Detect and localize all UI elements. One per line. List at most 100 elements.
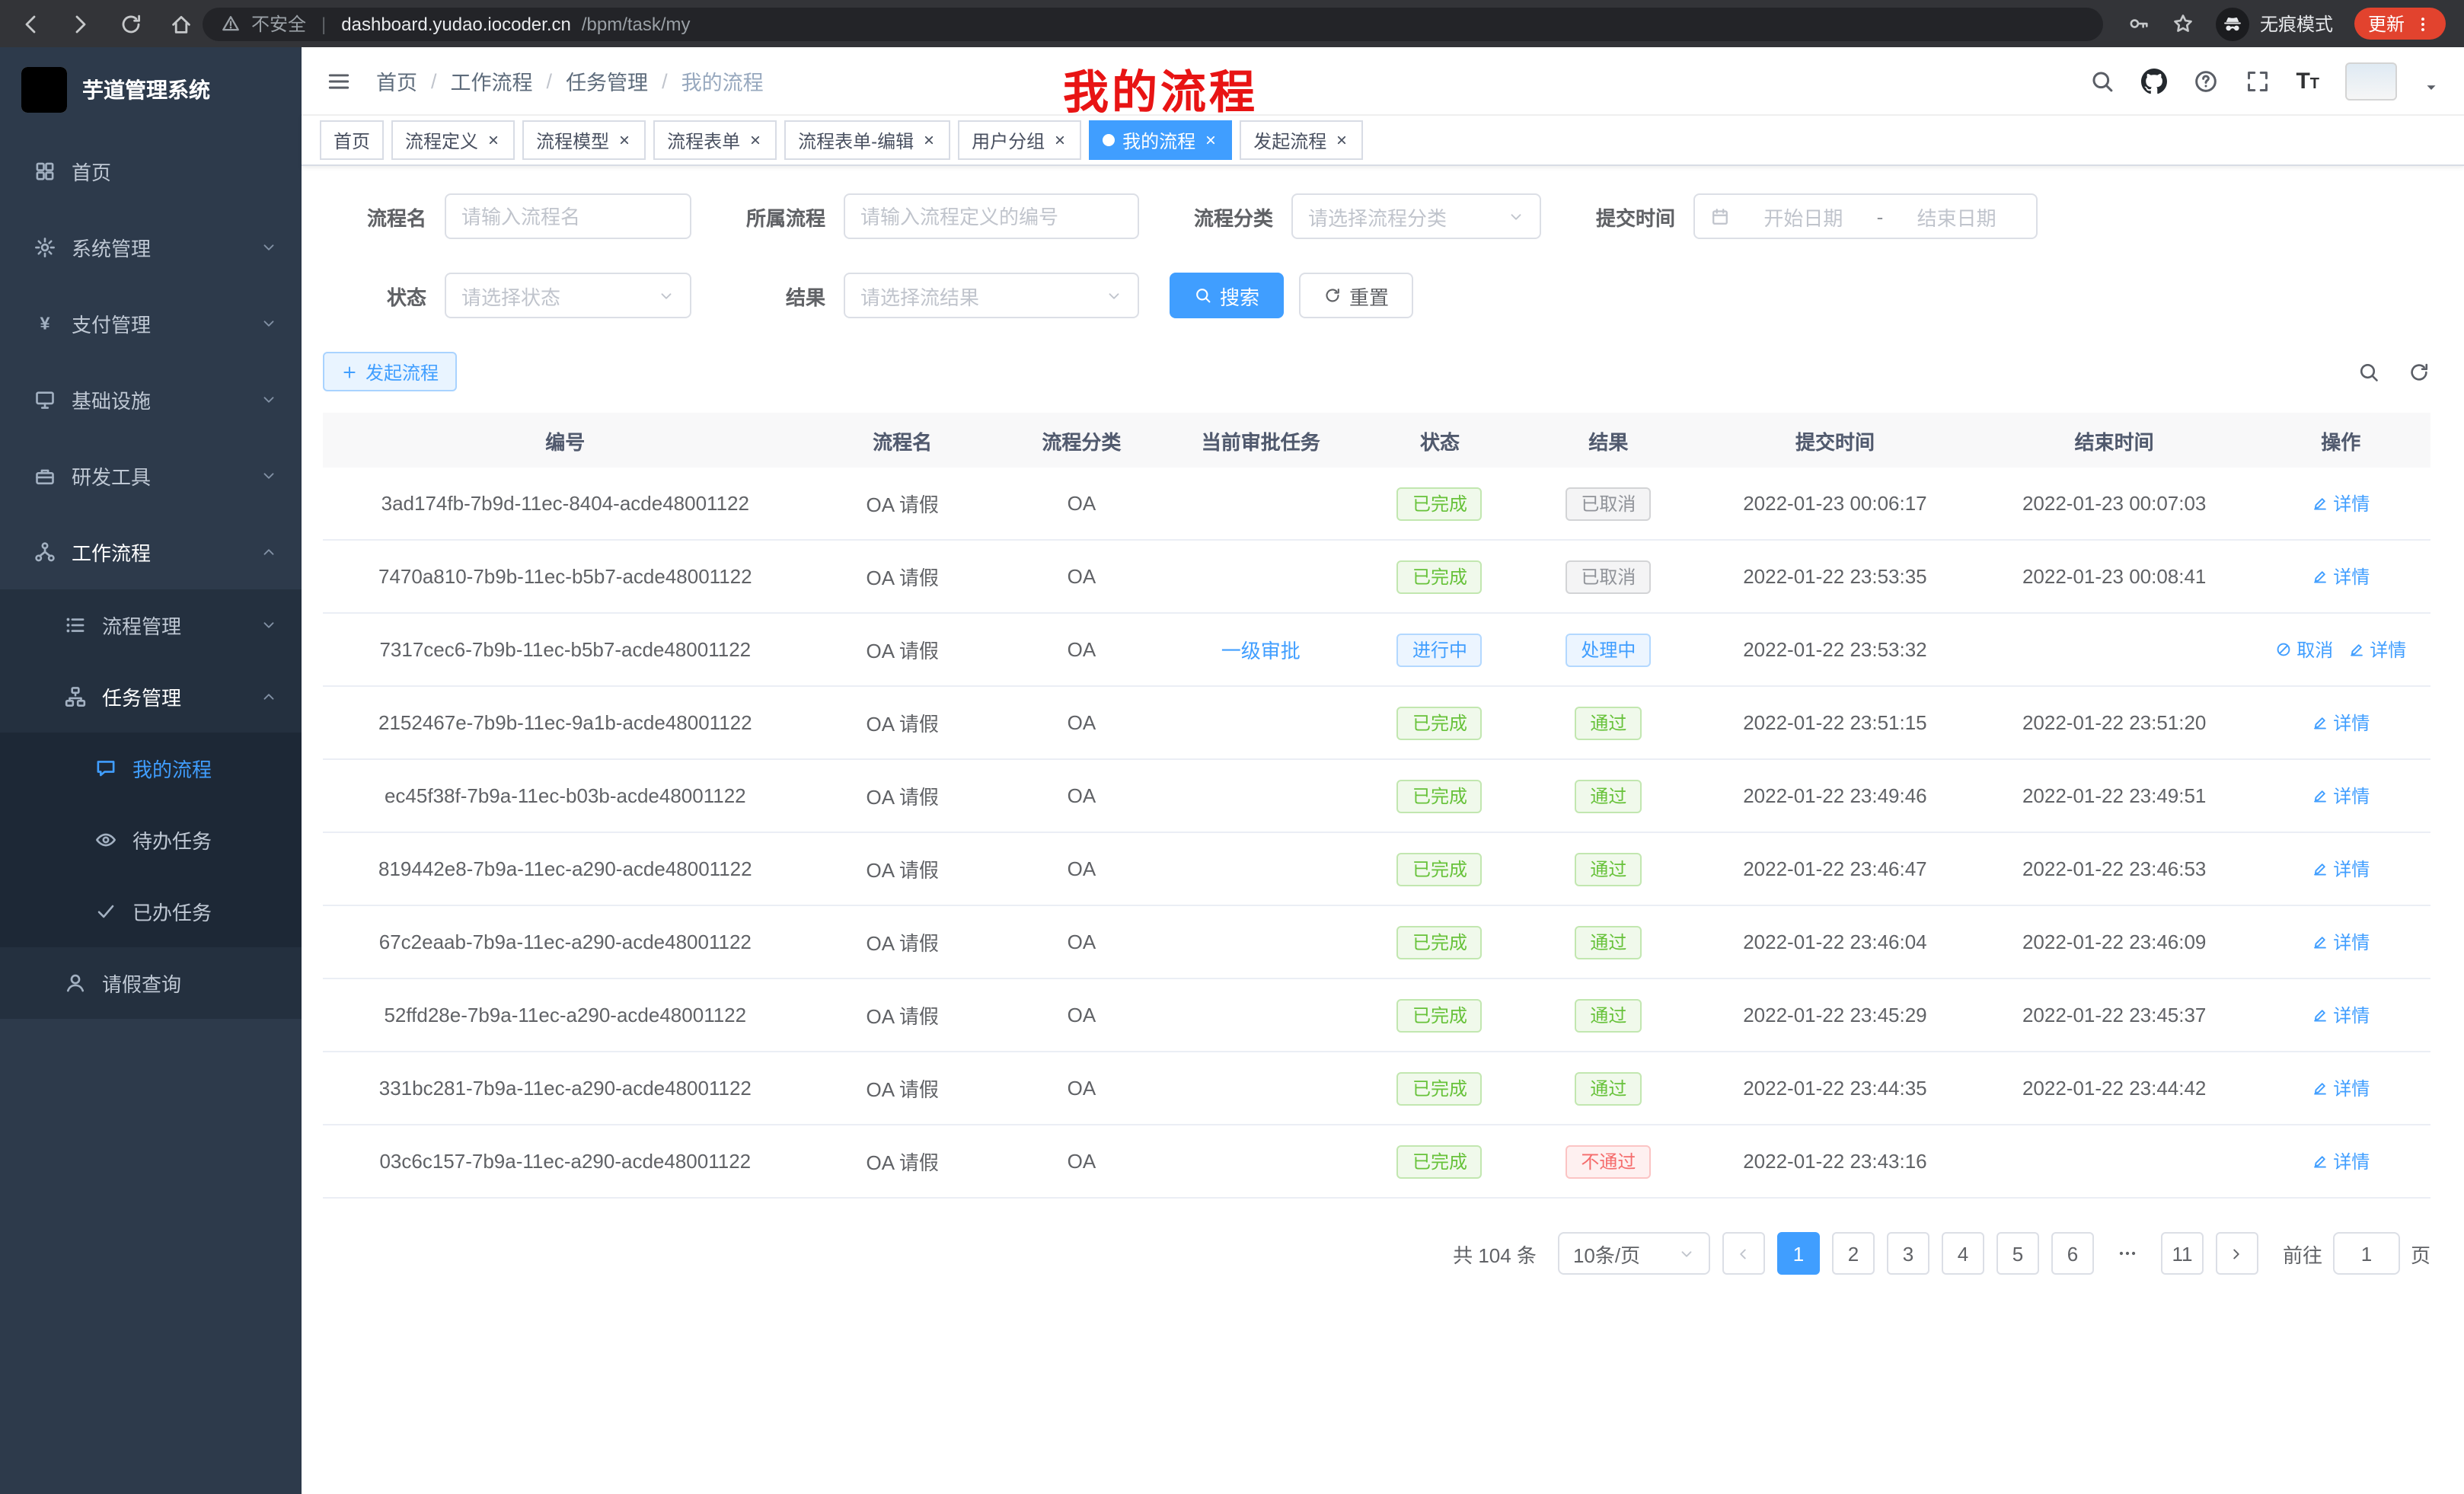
current-task-link[interactable]: 一级审批 <box>1221 640 1301 662</box>
close-icon[interactable] <box>486 132 501 148</box>
reset-button[interactable]: 重置 <box>1299 273 1413 318</box>
tab-process-model[interactable]: 流程模型 <box>522 120 646 160</box>
plus-icon <box>341 363 358 380</box>
close-icon[interactable] <box>617 132 632 148</box>
sidebar-item-task-management[interactable]: 任务管理 <box>0 661 302 733</box>
tab-user-group[interactable]: 用户分组 <box>958 120 1081 160</box>
sidebar-item-done-tasks[interactable]: 已办任务 <box>0 876 302 947</box>
sidebar-item-home[interactable]: 首页 <box>0 132 302 209</box>
fullscreen-icon[interactable] <box>2244 68 2270 94</box>
close-icon[interactable] <box>921 132 937 148</box>
cell-status: 已完成 <box>1355 998 1524 1032</box>
tab-process-form-edit[interactable]: 流程表单-编辑 <box>784 120 950 160</box>
cancel-button[interactable]: 取消 <box>2275 637 2333 662</box>
page-size-select[interactable]: 10条/页 <box>1558 1232 1710 1275</box>
status-badge: 已完成 <box>1397 1144 1483 1178</box>
process-category-select[interactable]: 请选择流程分类 <box>1291 193 1541 239</box>
update-label: 更新 <box>2368 11 2405 37</box>
password-key-icon[interactable] <box>2127 12 2150 35</box>
filter-process-name: 流程名 <box>323 193 691 239</box>
goto-page-input[interactable] <box>2333 1232 2400 1275</box>
home-icon[interactable] <box>169 11 193 36</box>
tab-process-definition[interactable]: 流程定义 <box>391 120 515 160</box>
cell-operations: 详情 <box>2252 1148 2430 1174</box>
cell-category: OA <box>997 931 1166 953</box>
close-icon[interactable] <box>748 132 763 148</box>
detail-button[interactable]: 详情 <box>2312 490 2370 516</box>
sidebar-item-payment[interactable]: 支付管理 <box>0 285 302 361</box>
detail-button[interactable]: 详情 <box>2312 929 2370 955</box>
column-header: 流程分类 <box>997 426 1166 455</box>
process-definition-input[interactable] <box>844 193 1139 239</box>
detail-button[interactable]: 详情 <box>2312 856 2370 882</box>
page-button-5[interactable]: 5 <box>1996 1232 2039 1275</box>
update-button[interactable]: 更新 <box>2354 8 2446 40</box>
bookmark-star-icon[interactable] <box>2172 12 2194 35</box>
cell-status: 已完成 <box>1355 1071 1524 1105</box>
sidebar-logo[interactable]: 芋道管理系统 <box>0 47 302 132</box>
process-name-input[interactable] <box>445 193 691 239</box>
page-button-2[interactable]: 2 <box>1832 1232 1875 1275</box>
sidebar-item-my-process[interactable]: 我的流程 <box>0 733 302 804</box>
prev-page-button[interactable] <box>1722 1232 1765 1275</box>
breadcrumb-item[interactable]: 首页 <box>376 65 417 96</box>
page-button-3[interactable]: 3 <box>1887 1232 1929 1275</box>
tab-label: 流程模型 <box>536 127 609 153</box>
close-icon[interactable] <box>1052 132 1068 148</box>
detail-button[interactable]: 详情 <box>2348 637 2406 662</box>
sidebar-item-infrastructure[interactable]: 基础设施 <box>0 361 302 437</box>
result-badge: 通过 <box>1575 706 1642 739</box>
next-page-button[interactable] <box>2216 1232 2258 1275</box>
search-icon <box>1194 286 1212 305</box>
submit-time-range-picker[interactable]: 开始日期 - 结束日期 <box>1693 193 2038 239</box>
sidebar-item-process-management[interactable]: 流程管理 <box>0 589 302 661</box>
toggle-search-icon[interactable] <box>2357 360 2380 383</box>
page-button-4[interactable]: 4 <box>1942 1232 1984 1275</box>
breadcrumb-item[interactable]: 任务管理 <box>566 65 648 96</box>
address-bar[interactable]: 不安全 | dashboard.yudao.iocoder.cn/bpm/tas… <box>203 7 2103 40</box>
tab-process-form[interactable]: 流程表单 <box>653 120 777 160</box>
table-refresh-icon[interactable] <box>2408 360 2430 383</box>
sidebar-item-devtools[interactable]: 研发工具 <box>0 437 302 513</box>
page-button-11[interactable]: 11 <box>2161 1232 2204 1275</box>
detail-button[interactable]: 详情 <box>2312 783 2370 809</box>
result-select[interactable]: 请选择流结果 <box>844 273 1139 318</box>
sidebar-item-system[interactable]: 系统管理 <box>0 209 302 285</box>
tab-start-process[interactable]: 发起流程 <box>1240 120 1363 160</box>
page-button-6[interactable]: 6 <box>2051 1232 2094 1275</box>
detail-button[interactable]: 详情 <box>2312 563 2370 589</box>
hamburger-icon[interactable] <box>326 68 352 94</box>
help-icon[interactable] <box>2192 68 2218 94</box>
detail-button[interactable]: 详情 <box>2312 1148 2370 1174</box>
cell-process-name: OA 请假 <box>808 708 997 737</box>
create-process-button[interactable]: 发起流程 <box>323 352 457 391</box>
forward-icon[interactable] <box>69 11 93 36</box>
back-icon[interactable] <box>18 11 43 36</box>
font-size-icon[interactable]: TT <box>2296 68 2319 94</box>
status-select[interactable]: 请选择状态 <box>445 273 691 318</box>
pages-ellipsis[interactable] <box>2106 1232 2149 1275</box>
detail-button[interactable]: 详情 <box>2312 1002 2370 1028</box>
search-button[interactable]: 搜索 <box>1170 273 1284 318</box>
tab-home[interactable]: 首页 <box>320 120 384 160</box>
chevron-down-icon[interactable] <box>2423 78 2440 95</box>
github-icon[interactable] <box>2140 68 2166 94</box>
active-tab-dot <box>1103 134 1115 146</box>
close-icon[interactable] <box>1203 132 1218 148</box>
search-icon[interactable] <box>2089 68 2115 94</box>
reload-icon[interactable] <box>119 11 143 36</box>
detail-button[interactable]: 详情 <box>2312 710 2370 736</box>
sidebar-item-workflow[interactable]: 工作流程 <box>0 513 302 589</box>
sidebar-item-todo-tasks[interactable]: 待办任务 <box>0 804 302 876</box>
cell-category: OA <box>997 857 1166 880</box>
tab-my-process[interactable]: 我的流程 <box>1089 120 1232 160</box>
close-icon[interactable] <box>1334 132 1349 148</box>
user-avatar[interactable] <box>2345 62 2397 100</box>
detail-button[interactable]: 详情 <box>2312 1075 2370 1101</box>
select-placeholder: 请选择状态 <box>461 281 560 310</box>
sidebar-item-leave-query[interactable]: 请假查询 <box>0 947 302 1019</box>
menu-dots-icon <box>2414 14 2432 33</box>
page-button-1[interactable]: 1 <box>1777 1232 1820 1275</box>
sidebar-item-label: 系统管理 <box>72 232 260 261</box>
breadcrumb-item[interactable]: 工作流程 <box>451 65 533 96</box>
